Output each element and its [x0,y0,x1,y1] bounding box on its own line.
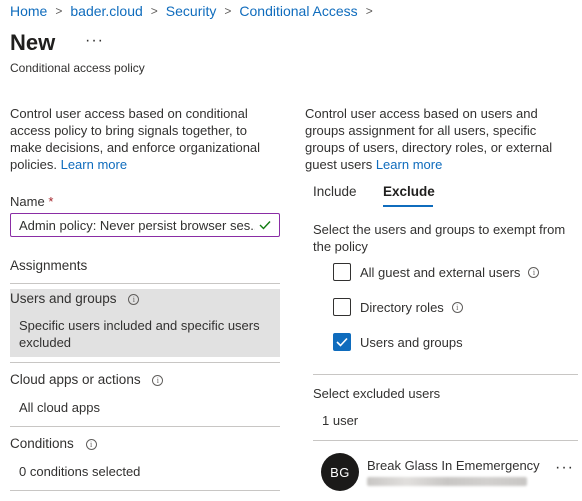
page-title: New [10,30,56,55]
breadcrumb: Home > bader.cloud > Security > Conditio… [10,3,381,19]
conditions-label: Conditions [10,436,74,451]
users-groups-heading: Users and groups i [10,291,140,306]
info-icon[interactable]: i [128,293,140,305]
divider [313,440,578,441]
left-description-text: Control user access based on conditional… [10,106,261,172]
users-groups-value-link[interactable]: Specific users included and specific use… [19,317,274,351]
users-groups-checkbox[interactable] [333,333,351,351]
info-icon[interactable]: i [152,374,164,386]
breadcrumb-security[interactable]: Security [166,3,217,19]
chevron-right-icon: > [55,4,63,18]
more-icon[interactable]: ··· [555,459,574,477]
cloud-apps-value-link[interactable]: All cloud apps [19,399,100,416]
conditions-value-link[interactable]: 0 conditions selected [19,463,140,480]
policy-name-field[interactable] [10,213,280,237]
excluded-users-count-link[interactable]: 1 user [322,412,358,429]
excluded-user-row[interactable]: BG Break Glass In Ememergency ··· [321,451,578,495]
required-marker: * [48,194,54,209]
active-tab-indicator [383,205,433,207]
select-excluded-label: Select excluded users [313,386,441,401]
excluded-user-name: Break Glass In Ememergency [367,458,540,473]
breadcrumb-conditional-access[interactable]: Conditional Access [239,3,357,19]
checkmark-icon [336,337,348,347]
name-label-text: Name [10,194,45,209]
right-learn-more-link[interactable]: Learn more [376,157,442,172]
breadcrumb-home[interactable]: Home [10,3,47,19]
option-guest-users[interactable]: All guest and external users i [333,263,540,281]
avatar: BG [321,453,359,491]
directory-roles-label: Directory roles [360,299,444,315]
info-icon[interactable]: i [85,438,97,450]
policy-name-input[interactable] [19,217,255,233]
right-description: Control user access based on users and g… [305,105,577,173]
info-icon[interactable]: i [528,266,540,278]
chevron-right-icon: > [224,4,232,18]
guest-users-label: All guest and external users [360,264,521,280]
guest-users-checkbox[interactable] [333,263,351,281]
conditions-heading: Conditions i [10,436,97,451]
more-icon[interactable]: ··· [85,32,104,50]
tab-include[interactable]: Include [313,184,357,199]
checkmark-icon [259,217,271,233]
option-users-groups[interactable]: Users and groups [333,333,463,351]
left-learn-more-link[interactable]: Learn more [61,157,127,172]
users-groups-option-label: Users and groups [360,334,463,350]
page-subtitle: Conditional access policy [10,61,145,75]
users-groups-label: Users and groups [10,291,117,306]
info-icon[interactable]: i [451,301,463,313]
divider [10,490,280,491]
left-description: Control user access based on conditional… [10,105,278,173]
divider [313,374,578,375]
chevron-right-icon: > [365,4,373,18]
exclude-prompt: Select the users and groups to exempt fr… [313,222,566,254]
divider [10,283,280,284]
tab-exclude[interactable]: Exclude [383,184,435,199]
name-label: Name * [10,194,53,209]
breadcrumb-tenant[interactable]: bader.cloud [70,3,142,19]
cloud-apps-heading: Cloud apps or actions i [10,372,164,387]
chevron-right-icon: > [150,4,158,18]
cloud-apps-label: Cloud apps or actions [10,372,141,387]
assignments-heading: Assignments [10,258,88,273]
divider [10,362,280,363]
divider [10,426,280,427]
redacted-email [367,477,527,486]
option-directory-roles[interactable]: Directory roles i [333,298,463,316]
directory-roles-checkbox[interactable] [333,298,351,316]
